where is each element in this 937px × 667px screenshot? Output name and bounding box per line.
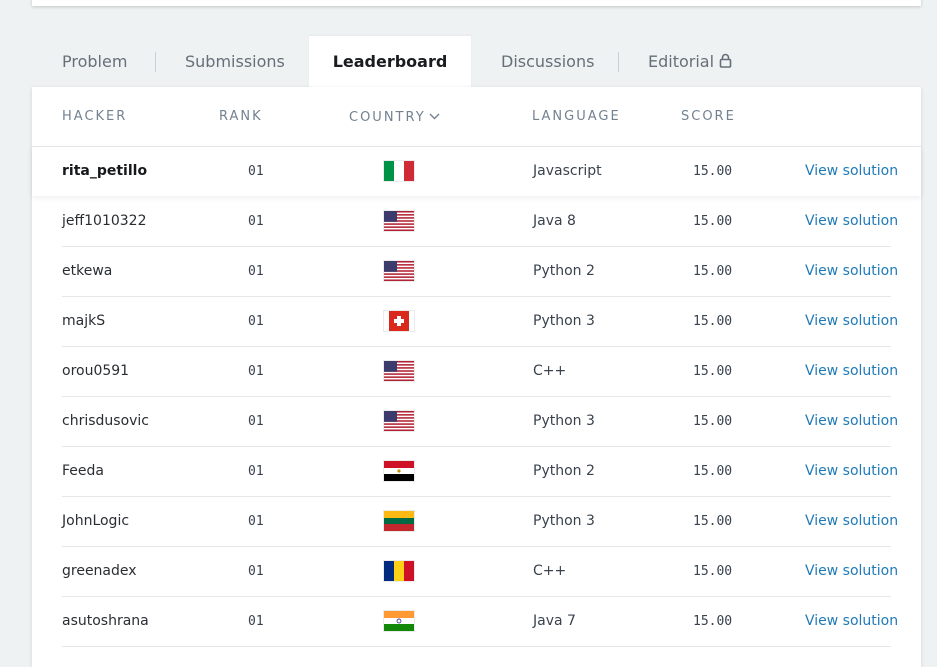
language-value: Python 3: [533, 513, 595, 529]
view-solution-link[interactable]: View solution: [805, 547, 898, 596]
rank-value: 01: [248, 364, 264, 379]
view-solution-link[interactable]: View solution: [805, 147, 898, 196]
table-row: greenadex 01 C++ 15.00 View solution: [62, 547, 898, 597]
view-solution-link[interactable]: View solution: [805, 297, 898, 346]
header-country-label: COUNTRY: [349, 110, 426, 125]
usa-flag-icon: [384, 361, 414, 381]
score-value: 15.00: [693, 414, 733, 429]
table-header: HACKER RANK COUNTRY LANGUAGE SCORE: [32, 87, 921, 147]
rank-value: 01: [248, 264, 264, 279]
view-solution-link[interactable]: View solution: [805, 197, 898, 246]
score-value: 15.00: [693, 364, 733, 379]
table-row: JohnLogic 01 Python 3 15.00 View solution: [62, 497, 898, 547]
header-country[interactable]: COUNTRY: [349, 109, 440, 125]
tab-bar: Problem Submissions Leaderboard Discussi…: [32, 36, 921, 87]
view-solution-link[interactable]: View solution: [805, 497, 898, 546]
lock-icon: [719, 37, 732, 89]
score-value: 15.00: [693, 514, 733, 529]
header-language: LANGUAGE: [532, 109, 621, 124]
leaderboard-table: HACKER RANK COUNTRY LANGUAGE SCORE rita_…: [32, 87, 921, 667]
tab-label: Editorial: [648, 52, 715, 71]
rank-value: 01: [248, 414, 264, 429]
table-row: orou0591 01 C++ 15.00 View solution: [62, 347, 898, 397]
india-flag-icon: [384, 611, 414, 631]
tab-discussions[interactable]: Discussions: [501, 36, 594, 87]
tab-divider: [155, 52, 156, 72]
tab-leaderboard[interactable]: Leaderboard: [309, 36, 471, 87]
header-rank: RANK: [219, 109, 263, 124]
score-value: 15.00: [693, 264, 733, 279]
hacker-name: greenadex: [62, 563, 137, 579]
rank-value: 01: [248, 314, 264, 329]
view-solution-link[interactable]: View solution: [805, 447, 898, 496]
rank-value: 01: [248, 214, 264, 229]
score-value: 15.00: [693, 314, 733, 329]
tab-label: Problem: [62, 52, 128, 71]
usa-flag-icon: [384, 211, 414, 231]
tab-label: Leaderboard: [332, 52, 448, 71]
romania-flag-icon: [384, 561, 414, 581]
language-value: C++: [533, 563, 567, 579]
table-row: majkS 01 Python 3 15.00 View solution: [62, 297, 898, 347]
language-value: Python 3: [533, 413, 595, 429]
rank-value: 01: [248, 164, 264, 179]
table-row: Feeda 01 Python 2 15.00 View solution: [62, 447, 898, 497]
table-row: jeff1010322 01 Java 8 15.00 View solution: [62, 197, 898, 247]
lithuania-flag-icon: [384, 511, 414, 531]
tab-divider: [618, 52, 619, 72]
hacker-name: jeff1010322: [62, 213, 147, 229]
tab-label: Submissions: [185, 52, 285, 71]
rank-value: 01: [248, 464, 264, 479]
egypt-flag-icon: [384, 461, 414, 481]
hacker-name: etkewa: [62, 263, 113, 279]
top-card: [32, 0, 921, 6]
view-solution-link[interactable]: View solution: [805, 247, 898, 296]
table-row: chrisdusovic 01 Python 3 15.00 View solution: [62, 397, 898, 447]
score-value: 15.00: [693, 564, 733, 579]
view-solution-link[interactable]: View solution: [805, 597, 898, 646]
view-solution-link[interactable]: View solution: [805, 397, 898, 446]
hacker-name: chrisdusovic: [62, 413, 150, 429]
view-solution-link[interactable]: View solution: [805, 347, 898, 396]
tab-editorial[interactable]: Editorial: [648, 36, 732, 87]
rank-value: 01: [248, 514, 264, 529]
rank-value: 01: [248, 564, 264, 579]
hacker-name: rita_petillo: [62, 163, 148, 179]
hacker-name: asutoshrana: [62, 613, 149, 629]
language-value: C++: [533, 363, 567, 379]
hacker-name: JohnLogic: [62, 513, 130, 529]
hacker-name: majkS: [62, 313, 106, 329]
language-value: Python 2: [533, 463, 595, 479]
language-value: Java 7: [533, 613, 576, 629]
tab-submissions[interactable]: Submissions: [185, 36, 285, 87]
table-row: rita_petillo 01 Javascript 15.00 View soluti…: [32, 147, 921, 196]
score-value: 15.00: [693, 164, 733, 179]
chevron-down-icon: [429, 109, 440, 124]
score-value: 15.00: [693, 214, 733, 229]
language-value: Javascript: [533, 163, 602, 179]
score-value: 15.00: [693, 614, 733, 629]
rank-value: 01: [248, 614, 264, 629]
score-value: 15.00: [693, 464, 733, 479]
usa-flag-icon: [384, 411, 414, 431]
tab-label: Discussions: [501, 52, 595, 71]
table-row: asutoshrana 01 Java 7 15.00 View solution: [62, 597, 898, 647]
header-score: SCORE: [681, 109, 736, 124]
table-row: etkewa 01 Python 2 15.00 View solution: [62, 247, 898, 297]
hacker-name: orou0591: [62, 363, 130, 379]
language-value: Python 3: [533, 313, 595, 329]
language-value: Java 8: [533, 213, 576, 229]
italy-flag-icon: [384, 161, 414, 181]
usa-flag-icon: [384, 261, 414, 281]
switzerland-flag-icon: [384, 311, 414, 331]
language-value: Python 2: [533, 263, 595, 279]
tab-problem[interactable]: Problem: [62, 36, 127, 87]
header-hacker: HACKER: [62, 109, 128, 124]
hacker-name: Feeda: [62, 463, 104, 479]
